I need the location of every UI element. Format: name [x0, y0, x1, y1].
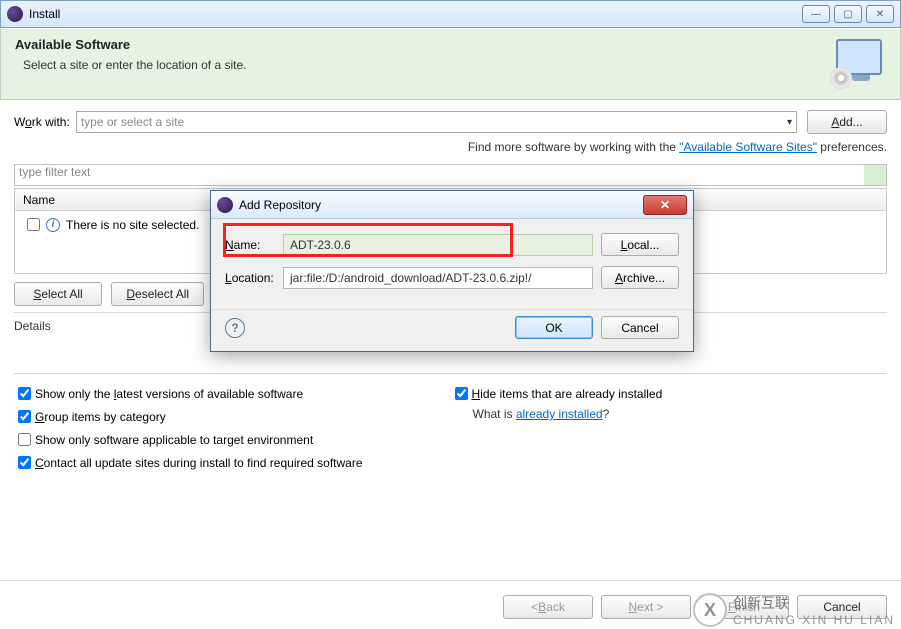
- software-sites-hint: Find more software by working with the "…: [14, 140, 887, 154]
- filter-decoration: [864, 165, 886, 185]
- help-icon[interactable]: ?: [225, 318, 245, 338]
- options-area: Show only the latest versions of availab…: [14, 380, 887, 476]
- row-checkbox[interactable]: [27, 218, 40, 231]
- chevron-down-icon: ▾: [787, 117, 792, 128]
- check-group-category[interactable]: [18, 410, 31, 423]
- work-with-placeholder: type or select a site: [81, 115, 184, 129]
- wizard-banner: Available Software Select a site or ente…: [0, 28, 901, 100]
- local-button[interactable]: Local...: [601, 233, 679, 256]
- check-contact-sites[interactable]: [18, 456, 31, 469]
- check-target-env[interactable]: [18, 433, 31, 446]
- location-input[interactable]: jar:file:/D:/android_download/ADT-23.0.6…: [283, 267, 593, 289]
- name-input[interactable]: ADT-23.0.6: [283, 234, 593, 256]
- add-button[interactable]: Add...: [807, 110, 887, 134]
- watermark-logo: X 创新互联CHUANG XIN HU LIAN: [693, 593, 895, 627]
- check-hide-installed[interactable]: [455, 387, 468, 400]
- filter-input[interactable]: type filter text: [14, 164, 887, 186]
- eclipse-icon: [217, 197, 233, 213]
- footer-separator: [0, 580, 901, 581]
- next-button[interactable]: Next >: [601, 595, 691, 619]
- what-is-installed: What is already installed?: [451, 407, 888, 421]
- dialog-title: Add Repository: [239, 198, 321, 212]
- add-repository-dialog: Add Repository ✕ Name: ADT-23.0.6 Local.…: [210, 190, 694, 352]
- info-icon: i: [46, 218, 60, 232]
- install-icon: [830, 37, 886, 89]
- work-with-label: Work with:: [14, 115, 70, 129]
- close-button[interactable]: ✕: [866, 5, 894, 23]
- work-with-combo[interactable]: type or select a site ▾: [76, 111, 797, 133]
- minimize-button[interactable]: —: [802, 5, 830, 23]
- select-all-button[interactable]: Select All: [14, 282, 102, 306]
- dialog-cancel-button[interactable]: Cancel: [601, 316, 679, 339]
- dialog-close-button[interactable]: ✕: [643, 195, 687, 215]
- deselect-all-button[interactable]: Deselect All: [111, 282, 204, 306]
- window-title: Install: [29, 7, 60, 21]
- work-with-row: Work with: type or select a site ▾ Add..…: [14, 110, 887, 134]
- location-label: Location:: [225, 271, 283, 285]
- eclipse-icon: [7, 6, 23, 22]
- window-titlebar: Install — ▢ ✕: [0, 0, 901, 28]
- available-software-sites-link[interactable]: "Available Software Sites": [679, 140, 817, 154]
- empty-message: There is no site selected.: [66, 218, 199, 232]
- dialog-titlebar: Add Repository ✕: [211, 191, 693, 219]
- already-installed-link[interactable]: already installed: [516, 407, 603, 421]
- back-button[interactable]: < Back: [503, 595, 593, 619]
- maximize-button[interactable]: ▢: [834, 5, 862, 23]
- name-label: Name:: [225, 238, 283, 252]
- filter-placeholder: type filter text: [19, 165, 90, 179]
- archive-button[interactable]: Archive...: [601, 266, 679, 289]
- banner-heading: Available Software: [15, 37, 830, 52]
- ok-button[interactable]: OK: [515, 316, 593, 339]
- separator: [14, 373, 887, 374]
- check-latest-versions[interactable]: [18, 387, 31, 400]
- banner-subtext: Select a site or enter the location of a…: [15, 58, 830, 72]
